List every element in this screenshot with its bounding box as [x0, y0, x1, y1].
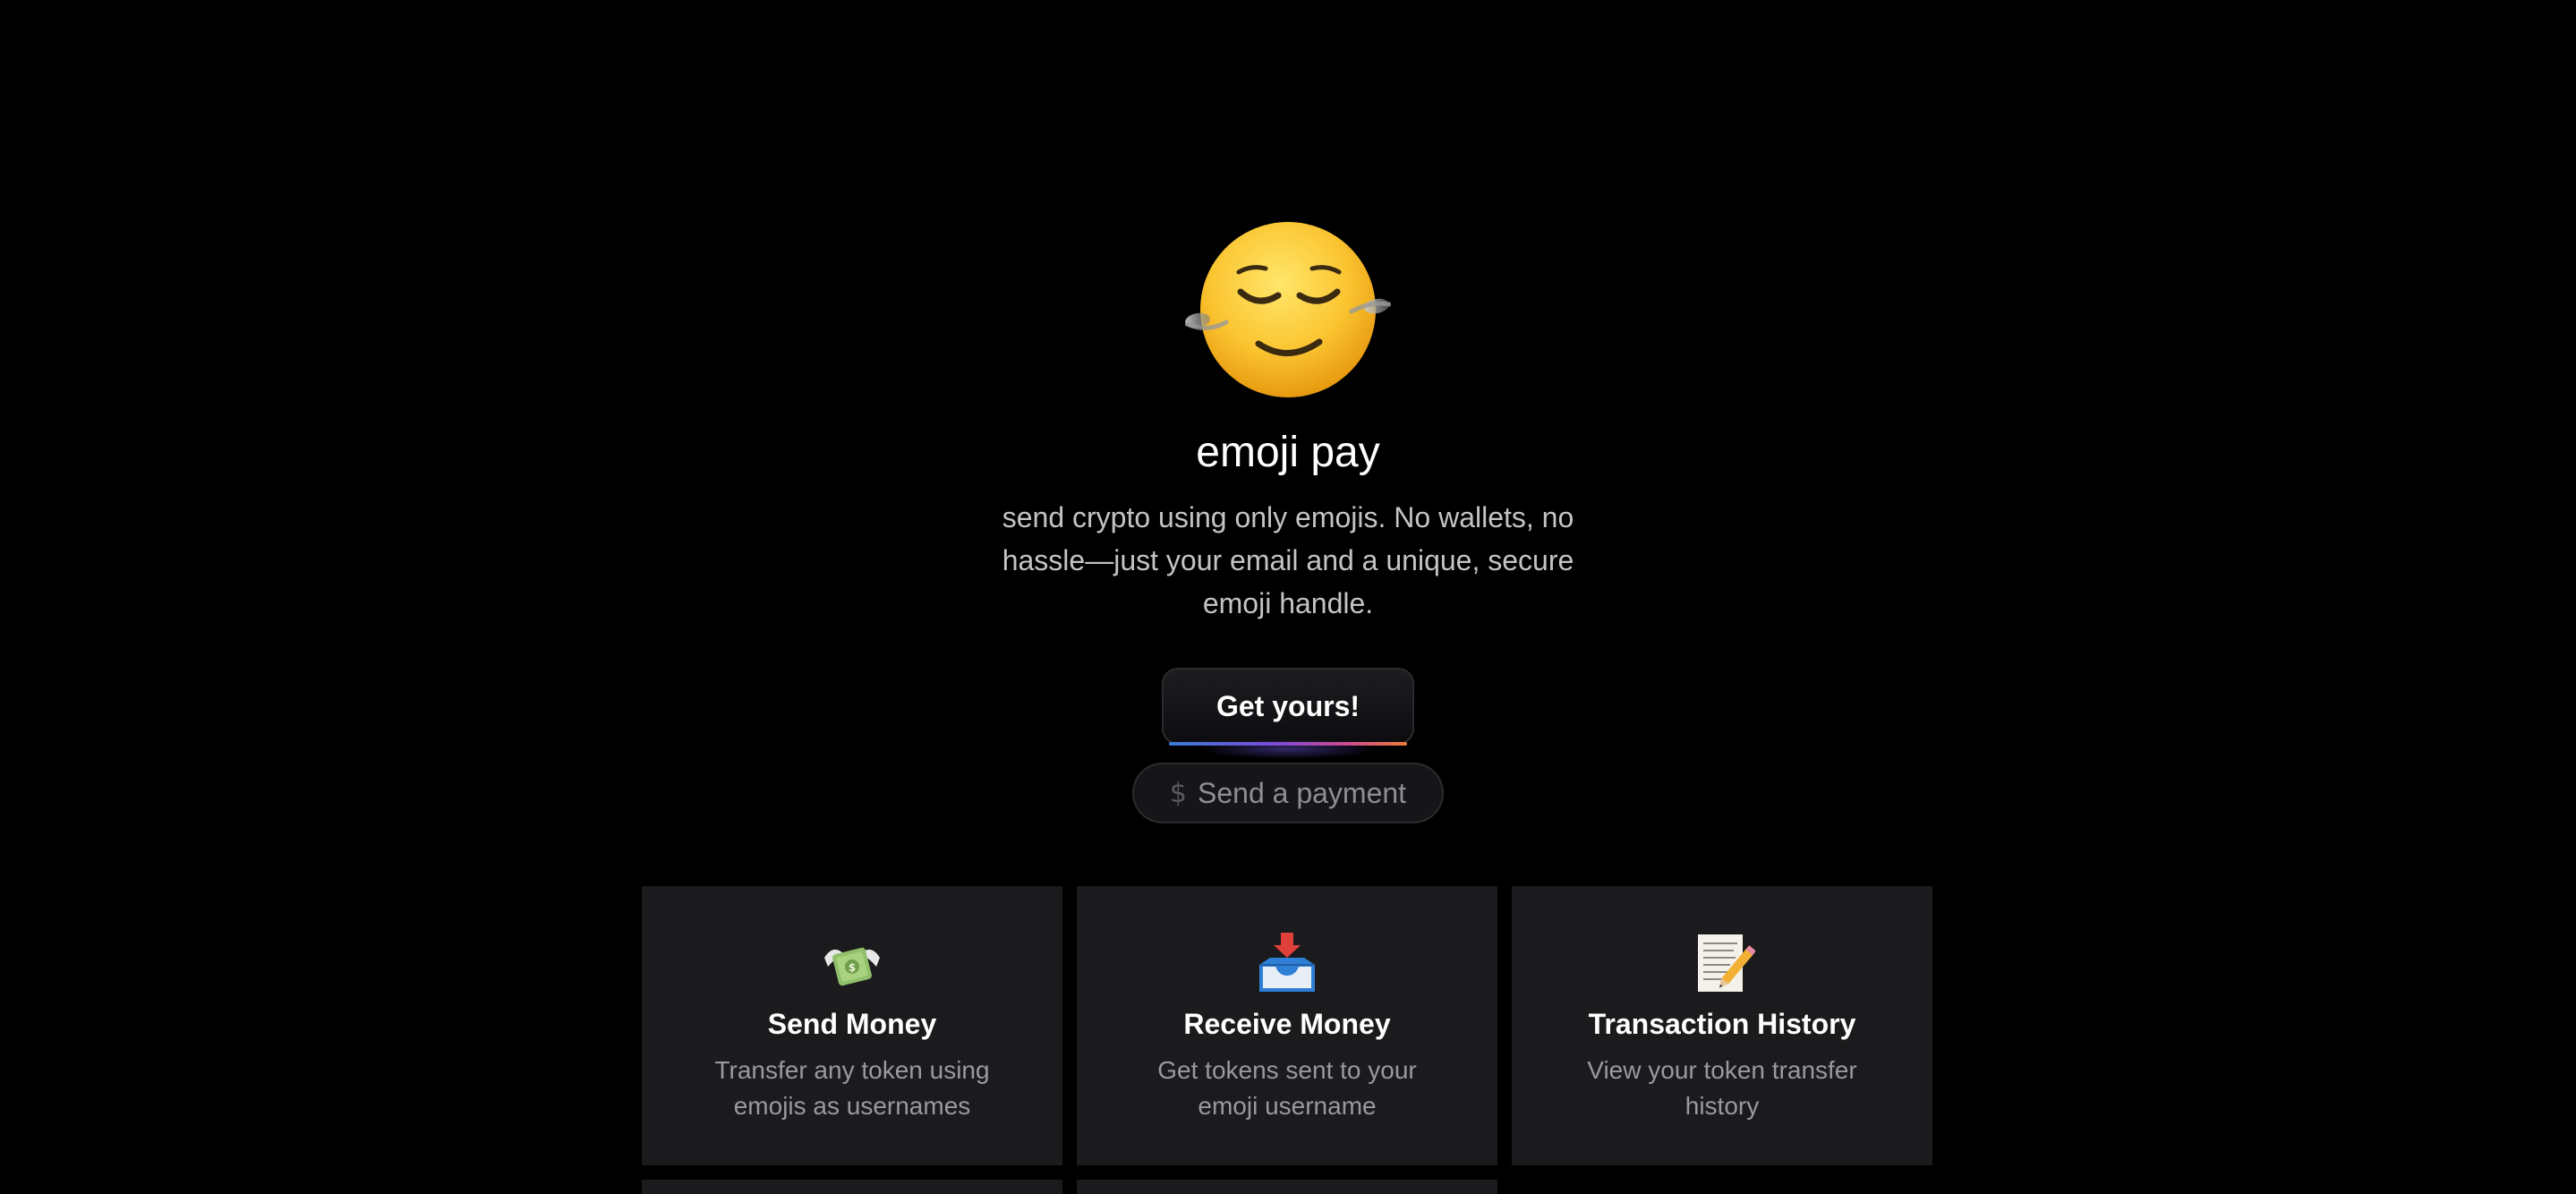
feature-card-partial[interactable]	[642, 1180, 1062, 1194]
feature-card-partial[interactable]	[1077, 1180, 1497, 1194]
get-yours-button[interactable]: Get yours!	[1162, 668, 1414, 759]
feature-card-transaction-history[interactable]: Transaction History View your token tran…	[1512, 886, 1932, 1165]
hero-section: emoji pay send crypto using only emojis.…	[0, 0, 2576, 823]
inbox-tray-icon	[1251, 931, 1323, 997]
dollar-icon: $	[1169, 777, 1188, 809]
app-description: send crypto using only emojis. No wallet…	[1002, 501, 1574, 619]
feature-card-send-money[interactable]: $ Send Money Transfer any token using em…	[642, 886, 1062, 1165]
feature-title: Transaction History	[1588, 1008, 1856, 1040]
send-payment-label: Send a payment	[1198, 776, 1407, 809]
feature-description: View your token transfer history	[1587, 1056, 1857, 1120]
app-title: emoji pay	[1196, 429, 1380, 476]
feature-title: Send Money	[767, 1008, 937, 1040]
features-grid: $ Send Money Transfer any token using em…	[642, 886, 1932, 1194]
feature-title: Receive Money	[1183, 1008, 1391, 1040]
feature-description: Transfer any token using emojis as usern…	[714, 1056, 990, 1120]
feature-description: Get tokens sent to your emoji username	[1157, 1056, 1417, 1120]
svg-text:$: $	[849, 961, 856, 974]
send-payment-button[interactable]: $ Send a payment	[1132, 763, 1444, 823]
memo-icon	[1686, 931, 1758, 997]
feature-card-receive-money[interactable]: Receive Money Get tokens sent to your em…	[1077, 886, 1497, 1165]
money-with-wings-icon: $	[816, 931, 888, 997]
relieved-face-emoji-icon	[1185, 213, 1391, 410]
get-yours-label: Get yours!	[1215, 689, 1361, 722]
